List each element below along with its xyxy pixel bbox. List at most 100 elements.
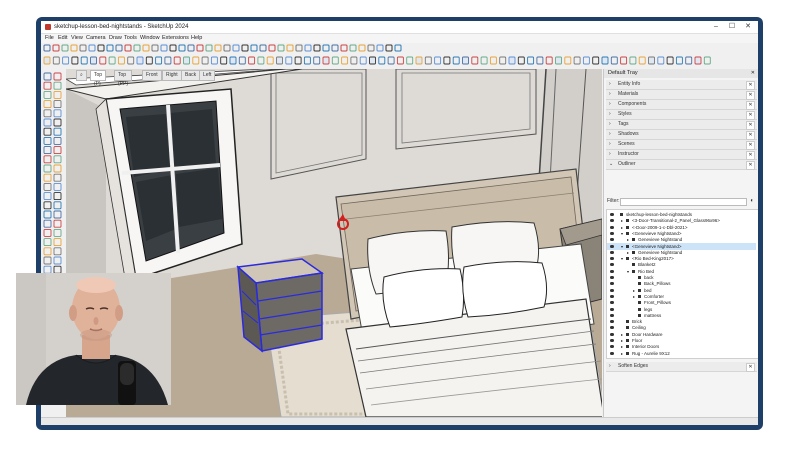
toolbar-tool-icon xyxy=(350,56,358,65)
palette-tool-icon xyxy=(53,109,62,118)
eye-icon[interactable] xyxy=(610,301,614,305)
maximize-button[interactable]: ☐ xyxy=(725,22,739,32)
palette-tool-icon xyxy=(53,201,62,210)
menu-view[interactable]: View xyxy=(71,35,83,42)
panel-entity-info[interactable]: › Entity Info ✕ xyxy=(606,80,757,90)
outliner-row[interactable]: ▸ Rug - Aurelie 9X12 xyxy=(607,350,756,357)
menu-camera[interactable]: Camera xyxy=(86,35,106,42)
minimize-button[interactable]: – xyxy=(709,22,723,32)
panel-tags[interactable]: › Tags ✕ xyxy=(606,120,757,130)
tab-back[interactable]: Back xyxy=(181,70,201,81)
tray-close-icon[interactable]: ✕ xyxy=(751,69,755,78)
panel-materials[interactable]: › Materials ✕ xyxy=(606,90,757,100)
eye-icon[interactable] xyxy=(610,263,614,267)
eye-icon[interactable] xyxy=(610,276,614,279)
eye-icon[interactable] xyxy=(610,345,614,349)
panel-close-icon[interactable]: ✕ xyxy=(746,111,755,120)
search-icon[interactable]: ⌕ xyxy=(76,70,87,81)
toolbar-tool-icon xyxy=(303,56,311,65)
panel-close-icon[interactable]: ✕ xyxy=(746,131,755,140)
toolbar-tool-icon xyxy=(694,56,702,65)
outliner-tree[interactable]: sketchup-lesson-bed-nightstands ▸ <3-Door-… xyxy=(606,209,758,359)
eye-icon[interactable] xyxy=(610,225,614,229)
menu-edit[interactable]: Edit xyxy=(58,35,67,42)
toolbar-tool-icon xyxy=(229,56,237,65)
close-button[interactable]: ✕ xyxy=(741,22,755,32)
eye-icon[interactable] xyxy=(610,282,614,286)
expand-icon[interactable]: ▸ xyxy=(621,350,623,357)
panel-scenes[interactable]: › Scenes ✕ xyxy=(606,140,757,150)
component-icon xyxy=(626,345,629,349)
toolbar-tool-icon xyxy=(178,44,186,52)
toolbar-icons[interactable] xyxy=(41,43,758,69)
panel-outliner[interactable]: ⌄ Outliner ✕ xyxy=(606,160,757,170)
component-icon xyxy=(626,351,629,355)
tab-front[interactable]: Front xyxy=(142,70,162,81)
palette-tool-icon xyxy=(53,90,62,99)
toolbar-tool-icon xyxy=(232,44,240,52)
panel-close-icon[interactable]: ✕ xyxy=(746,161,755,170)
toolbar-tool-icon xyxy=(331,44,339,52)
chevron-right-icon: › xyxy=(609,111,611,117)
chevron-right-icon: › xyxy=(609,81,611,87)
panel-label: Instructor xyxy=(618,151,639,157)
tab-right[interactable]: Right xyxy=(162,70,182,81)
eye-icon[interactable] xyxy=(610,213,614,216)
panel-styles[interactable]: › Styles ✕ xyxy=(606,110,757,120)
eye-icon[interactable] xyxy=(610,294,614,298)
component-icon xyxy=(626,339,629,342)
panel-components[interactable]: › Components ✕ xyxy=(606,100,757,110)
panel-close-icon[interactable]: ✕ xyxy=(746,101,755,110)
panel-close-icon[interactable]: ✕ xyxy=(746,151,755,160)
palette-tool-icon xyxy=(53,210,62,219)
toolbar-tool-icon xyxy=(192,56,200,65)
tab-top-pp[interactable]: Top (PP) xyxy=(114,70,132,87)
eye-icon[interactable] xyxy=(610,269,614,273)
panel-close-icon[interactable]: ✕ xyxy=(746,141,755,150)
eye-icon[interactable] xyxy=(610,332,614,336)
component-icon xyxy=(626,225,629,229)
panel-close-icon[interactable]: ✕ xyxy=(746,121,755,130)
menu-file[interactable]: File xyxy=(45,35,54,42)
eye-icon[interactable] xyxy=(610,288,614,292)
status-bar xyxy=(41,417,758,425)
menu-window[interactable]: Window xyxy=(140,35,160,42)
presenter-webcam xyxy=(16,273,171,405)
eye-icon[interactable] xyxy=(610,320,614,324)
eye-icon[interactable] xyxy=(610,250,614,254)
panel-label: Tags xyxy=(618,121,629,127)
eye-icon[interactable] xyxy=(610,231,614,235)
panel-close-icon[interactable]: ✕ xyxy=(746,81,755,90)
eye-icon[interactable] xyxy=(610,326,614,330)
eye-icon[interactable] xyxy=(610,219,614,223)
menu-tools[interactable]: Tools xyxy=(124,35,137,42)
menu-extensions[interactable]: Extensions xyxy=(162,35,189,42)
eye-icon[interactable] xyxy=(610,313,614,317)
panel-shadows[interactable]: › Shadows ✕ xyxy=(606,130,757,140)
menu-draw[interactable]: Draw xyxy=(109,35,122,42)
toolbar-tool-icon xyxy=(276,56,283,65)
toolbar-tool-icon xyxy=(214,44,222,52)
outliner-options-icon[interactable]: ◐ xyxy=(750,197,754,206)
eye-icon[interactable] xyxy=(610,238,614,242)
panel-label: Styles xyxy=(618,111,632,117)
eye-icon[interactable] xyxy=(610,351,614,355)
eye-icon[interactable] xyxy=(610,339,614,342)
eye-icon[interactable] xyxy=(610,307,614,311)
palette-tool-icon xyxy=(43,118,52,127)
tab-left[interactable]: Left xyxy=(199,70,216,81)
panel-instructor[interactable]: › Instructor ✕ xyxy=(606,150,757,160)
panel-close-icon[interactable]: ✕ xyxy=(746,363,755,372)
toolbar-tool-icon xyxy=(80,56,88,65)
eye-icon[interactable] xyxy=(610,244,614,248)
tab-top-p[interactable]: Top (P) xyxy=(90,70,107,87)
eye-icon[interactable] xyxy=(610,257,614,261)
toolbar-tool-icon xyxy=(142,44,150,52)
menu-help[interactable]: Help xyxy=(191,35,202,42)
toolbar-tool-icon xyxy=(173,56,181,65)
filter-input[interactable] xyxy=(620,198,747,206)
selected-nightstand[interactable] xyxy=(236,258,324,353)
panel-close-icon[interactable]: ✕ xyxy=(746,91,755,100)
toolbar-tool-icon xyxy=(248,56,256,65)
panel-soften-edges[interactable]: › Soften Edges ✕ xyxy=(606,362,757,372)
